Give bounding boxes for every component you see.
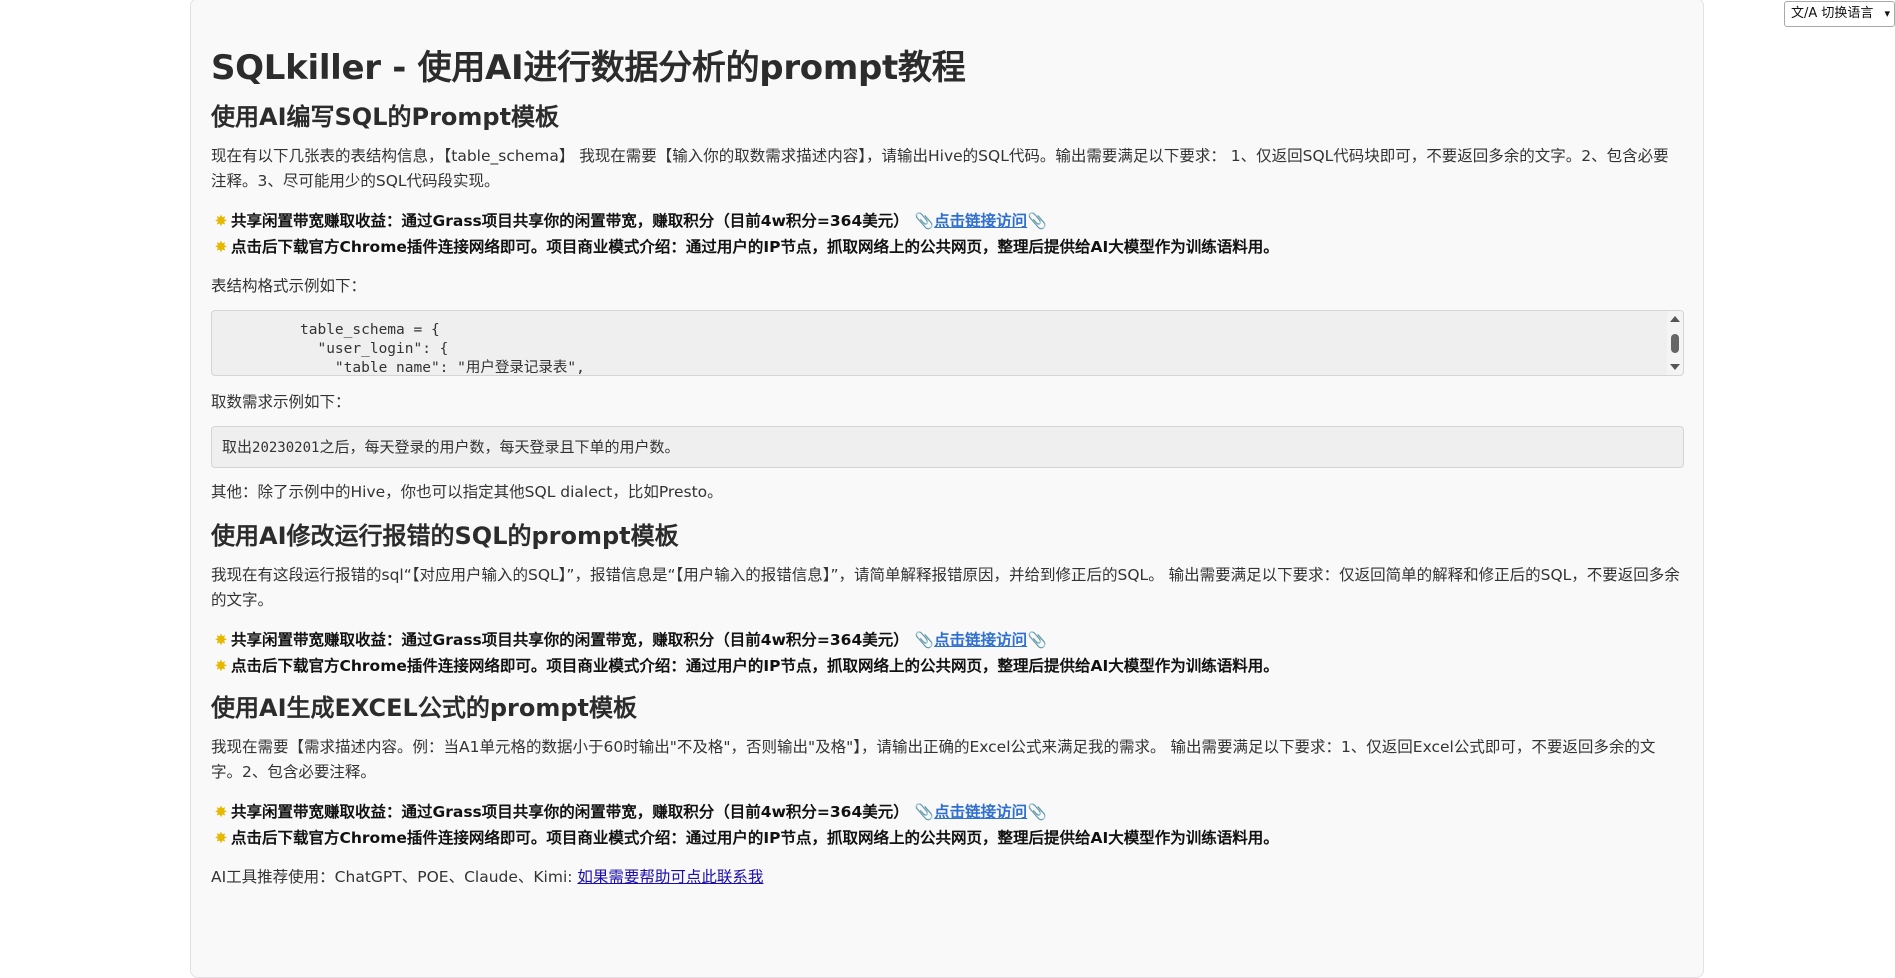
code-scrollbar[interactable] — [1667, 311, 1683, 375]
paperclip-icon: 📎 — [1027, 212, 1047, 230]
promo-line-2: ✸ 点击后下载官方Chrome插件连接网络即可。项目商业模式介绍：通过用户的IP节… — [211, 653, 1684, 679]
chevron-down-icon: ▾ — [1884, 7, 1890, 20]
promo-block: ✸ 共享闲置带宽赚取收益：通过Grass项目共享你的闲置带宽，赚取积分（目前4w积… — [211, 208, 1684, 260]
contact-link[interactable]: 如果需要帮助可点此联系我 — [577, 868, 763, 886]
code-line: "user_login": { — [300, 341, 449, 357]
language-select-label: 文/A 切换语言 — [1791, 6, 1874, 21]
sparkle-icon: ✸ — [214, 829, 228, 847]
main-content: SQLkiller - 使用AI进行数据分析的prompt教程 使用AI编写SQ… — [190, 0, 1704, 978]
promo-block: ✸ 共享闲置带宽赚取收益：通过Grass项目共享你的闲置带宽，赚取积分（目前4w积… — [211, 799, 1684, 851]
sparkle-icon: ✸ — [214, 631, 228, 649]
promo-line-1: ✸ 共享闲置带宽赚取收益：通过Grass项目共享你的闲置带宽，赚取积分（目前4w积… — [211, 208, 1684, 234]
code-line: "table_name": "用户登录记录表", — [300, 360, 585, 376]
example-label: 取数需求示例如下： — [211, 393, 351, 411]
scroll-thumb[interactable] — [1671, 334, 1679, 353]
sparkle-icon: ✸ — [214, 803, 228, 821]
page-title: SQLkiller - 使用AI进行数据分析的prompt教程 — [211, 48, 966, 88]
sparkle-icon: ✸ — [214, 212, 228, 230]
paperclip-icon: 📎 — [914, 631, 934, 649]
section-heading-excel: 使用AI生成EXCEL公式的prompt模板 — [211, 694, 638, 722]
promo-link[interactable]: 点击链接访问 — [934, 631, 1027, 649]
other-note: 其他：除了示例中的Hive，你也可以指定其他SQL dialect，比如Pres… — [211, 483, 723, 501]
example-block: 取出20230201之后，每天登录的用户数，每天登录且下单的用户数。 — [211, 426, 1684, 468]
paperclip-icon: 📎 — [914, 803, 934, 821]
section-fix-body: 我现在有这段运行报错的sql“【对应用户输入的SQL】”，报错信息是“【用户输入… — [211, 566, 1680, 609]
paperclip-icon: 📎 — [914, 212, 934, 230]
section-sql-body: 现在有以下几张表的表结构信息，【table_schema】 我现在需要【输入你的… — [211, 147, 1669, 190]
promo-link[interactable]: 点击链接访问 — [934, 803, 1027, 821]
schema-label: 表结构格式示例如下： — [211, 277, 367, 295]
paperclip-icon: 📎 — [1027, 631, 1047, 649]
promo-line-1: ✸ 共享闲置带宽赚取收益：通过Grass项目共享你的闲置带宽，赚取积分（目前4w积… — [211, 627, 1684, 653]
paperclip-icon: 📎 — [1027, 803, 1047, 821]
schema-code-block[interactable]: table_schema = { "user_login": { "table_… — [211, 310, 1684, 376]
language-select[interactable]: 文/A 切换语言 ▾ — [1784, 1, 1895, 27]
code-line: table_schema = { — [300, 322, 440, 338]
sparkle-icon: ✸ — [214, 238, 228, 256]
scroll-down-icon[interactable] — [1670, 364, 1680, 370]
promo-line-2: ✸ 点击后下载官方Chrome插件连接网络即可。项目商业模式介绍：通过用户的IP节… — [211, 234, 1684, 260]
scroll-up-icon[interactable] — [1670, 316, 1680, 322]
promo-line-2: ✸ 点击后下载官方Chrome插件连接网络即可。项目商业模式介绍：通过用户的IP节… — [211, 825, 1684, 851]
section-excel-body: 我现在需要【需求描述内容。例：当A1单元格的数据小于60时输出"不及格"，否则输… — [211, 738, 1656, 781]
section-heading-sql: 使用AI编写SQL的Prompt模板 — [211, 103, 560, 131]
footer-tools: AI工具推荐使用：ChatGPT、POE、Claude、Kimi: 如果需要帮助… — [211, 868, 764, 886]
promo-block: ✸ 共享闲置带宽赚取收益：通过Grass项目共享你的闲置带宽，赚取积分（目前4w积… — [211, 627, 1684, 679]
promo-link[interactable]: 点击链接访问 — [934, 212, 1027, 230]
section-heading-fix: 使用AI修改运行报错的SQL的prompt模板 — [211, 522, 679, 550]
promo-line-1: ✸ 共享闲置带宽赚取收益：通过Grass项目共享你的闲置带宽，赚取积分（目前4w积… — [211, 799, 1684, 825]
sparkle-icon: ✸ — [214, 657, 228, 675]
